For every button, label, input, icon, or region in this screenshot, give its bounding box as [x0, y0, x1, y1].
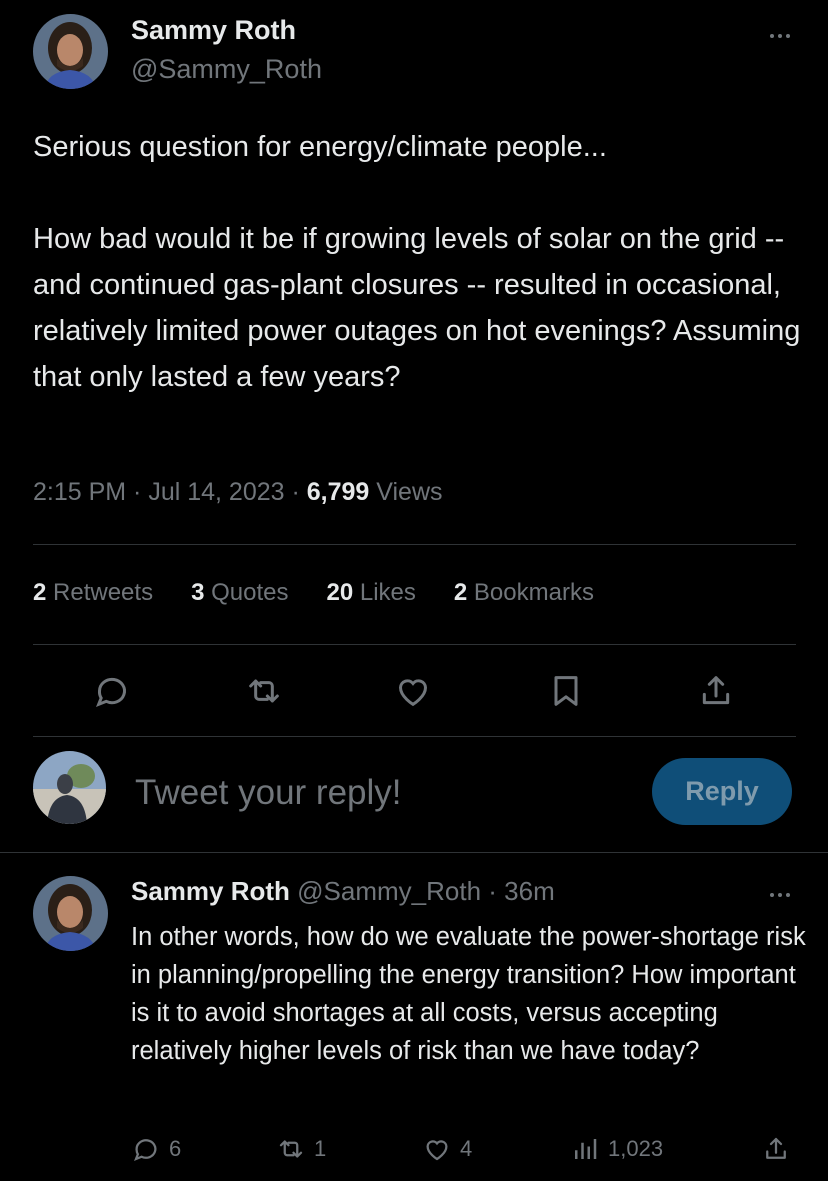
retweet-icon[interactable] — [244, 671, 284, 711]
divider — [33, 736, 796, 737]
tweet-meta: 2:15 PM · Jul 14, 2023 · 6,799 Views — [33, 478, 443, 507]
reply-views-action[interactable]: 1,023 — [570, 1132, 663, 1166]
author-name[interactable]: Sammy Roth — [131, 15, 296, 46]
divider — [33, 544, 796, 545]
tweet-time[interactable]: 2:15 PM · Jul 14, 2023 · — [33, 478, 307, 506]
quotes-stat[interactable]: 3 Quotes — [191, 579, 288, 607]
more-options-icon[interactable] — [760, 26, 800, 46]
retweets-stat[interactable]: 2 Retweets — [33, 579, 153, 607]
bookmark-icon[interactable] — [546, 671, 586, 711]
divider — [33, 644, 796, 645]
views-label: Views — [369, 478, 443, 506]
reply-more-options-icon[interactable] — [760, 885, 800, 905]
views-count: 6,799 — [306, 478, 370, 506]
reply-author-name[interactable]: Sammy Roth — [131, 876, 290, 906]
reply-author-avatar[interactable] — [33, 876, 108, 951]
heart-icon[interactable] — [393, 671, 433, 711]
reply-text: In other words, how do we evaluate the p… — [131, 923, 806, 1065]
reply-header: Sammy Roth @Sammy_Roth · 36m — [131, 876, 555, 907]
likes-stat[interactable]: 20 Likes — [326, 579, 415, 607]
tweet-text: Serious question for energy/climate peop… — [33, 131, 801, 393]
reply-icon[interactable] — [92, 671, 132, 711]
share-icon[interactable] — [696, 671, 736, 711]
reply-retweets-count: 1 — [314, 1136, 327, 1161]
reply-like-action[interactable]: 4 — [422, 1132, 472, 1166]
reply-input[interactable]: Tweet your reply! — [135, 773, 402, 813]
reply-author-handle[interactable]: @Sammy_Roth · 36m — [290, 876, 555, 906]
reply-likes-count: 4 — [460, 1136, 473, 1161]
reply-views-count: 1,023 — [608, 1136, 664, 1161]
user-avatar[interactable] — [33, 751, 106, 824]
bookmarks-stat[interactable]: 2 Bookmarks — [454, 579, 594, 607]
reply-replies-action[interactable]: 6 — [131, 1132, 181, 1166]
reply-retweet-action[interactable]: 1 — [276, 1132, 326, 1166]
reply-replies-count: 6 — [169, 1136, 182, 1161]
engagement-stats: 2 Retweets 3 Quotes 20 Likes 2 Bookmarks — [33, 579, 632, 607]
reply-share-action[interactable] — [761, 1132, 791, 1166]
author-handle[interactable]: @Sammy_Roth — [131, 54, 322, 85]
reply-button[interactable]: Reply — [652, 758, 792, 825]
divider — [0, 852, 828, 853]
author-avatar[interactable] — [33, 14, 108, 89]
